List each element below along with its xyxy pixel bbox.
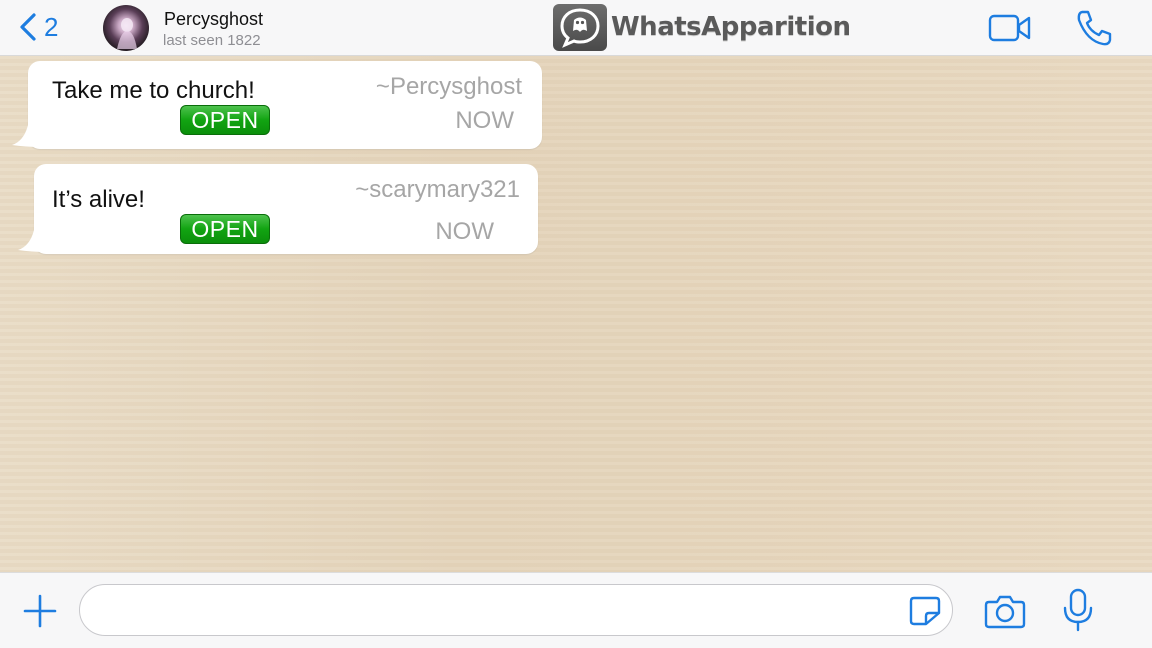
chat-header: 2 Percysghost last seen 1822 WhatsAppari… bbox=[0, 0, 1152, 56]
last-seen-label: last seen bbox=[163, 32, 224, 49]
contact-name[interactable]: Percysghost bbox=[164, 9, 263, 30]
message-sender: ~Percysghost bbox=[375, 73, 522, 100]
message-input[interactable] bbox=[100, 593, 900, 627]
open-button[interactable]: OPEN bbox=[180, 214, 270, 244]
message-time: NOW bbox=[455, 107, 514, 134]
last-seen-status: last seen 1822 bbox=[163, 32, 261, 49]
avatar[interactable] bbox=[103, 5, 149, 51]
message-sender: ~scarymary321 bbox=[355, 176, 520, 203]
ghost-chat-logo-icon bbox=[553, 3, 607, 51]
message-bubble[interactable]: It’s alive! ~scarymary321 OPEN NOW bbox=[18, 164, 538, 254]
bubble-tail bbox=[18, 230, 46, 252]
open-button[interactable]: OPEN bbox=[180, 105, 270, 135]
bubble-tail bbox=[12, 125, 40, 147]
camera-icon bbox=[984, 595, 1026, 629]
phone-icon bbox=[1077, 10, 1112, 46]
message-text: Take me to church! bbox=[52, 77, 255, 104]
brand: WhatsApparition bbox=[553, 3, 851, 51]
plus-icon bbox=[23, 594, 57, 628]
message-text: It’s alive! bbox=[52, 186, 145, 213]
chat-area[interactable]: Take me to church! ~Percysghost OPEN NOW… bbox=[0, 56, 1152, 572]
ghost-figure-icon bbox=[117, 18, 137, 49]
microphone-icon bbox=[1063, 588, 1093, 632]
video-call-button[interactable] bbox=[988, 8, 1032, 48]
message-bubble[interactable]: Take me to church! ~Percysghost OPEN NOW bbox=[12, 61, 542, 149]
input-bar bbox=[0, 572, 1152, 648]
microphone-button[interactable] bbox=[1060, 587, 1096, 633]
video-camera-icon bbox=[988, 14, 1031, 42]
message-time: NOW bbox=[435, 218, 494, 245]
back-button[interactable]: 2 bbox=[18, 10, 58, 44]
last-seen-value: 1822 bbox=[227, 32, 261, 49]
attach-button[interactable] bbox=[20, 591, 60, 631]
sticker-icon bbox=[909, 596, 941, 626]
message-input-field[interactable] bbox=[79, 584, 953, 636]
back-count: 2 bbox=[44, 11, 59, 42]
sticker-button[interactable] bbox=[908, 595, 942, 627]
brand-title: WhatsApparition bbox=[611, 12, 851, 42]
chevron-left-icon bbox=[20, 13, 36, 41]
camera-button[interactable] bbox=[984, 591, 1026, 631]
voice-call-button[interactable] bbox=[1072, 8, 1116, 48]
